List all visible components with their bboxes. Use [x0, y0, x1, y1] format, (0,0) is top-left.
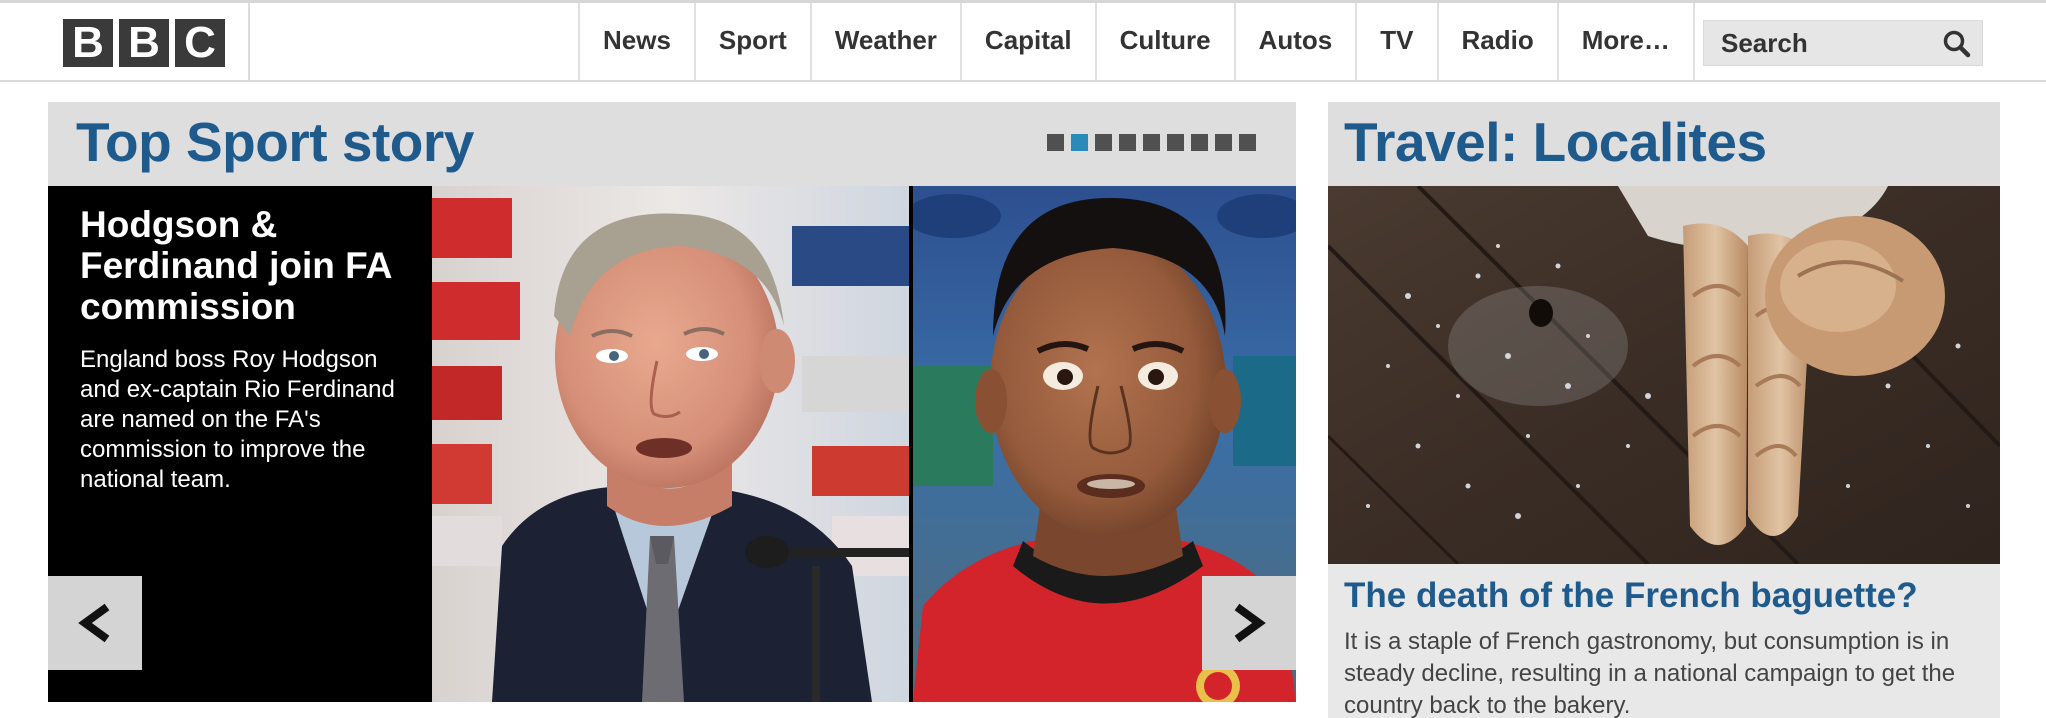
nav-item-news[interactable]: News — [578, 3, 694, 80]
travel-headline[interactable]: The death of the French baguette? — [1344, 576, 1984, 616]
chevron-left-icon — [78, 603, 110, 643]
nav-item-tv[interactable]: TV — [1355, 3, 1436, 80]
logo-letter: B — [119, 19, 169, 67]
carousel-dot[interactable] — [1143, 134, 1160, 151]
sport-panel-header: Top Sport story — [48, 102, 1296, 186]
nav-item-radio[interactable]: Radio — [1436, 3, 1557, 80]
carousel-dot[interactable] — [1119, 134, 1136, 151]
story-summary: England boss Roy Hodgson and ex-captain … — [80, 346, 395, 493]
travel-panel-header: Travel: Localites — [1328, 102, 2000, 186]
nav-item-more[interactable]: More… — [1556, 3, 1695, 80]
carousel-dot[interactable] — [1215, 134, 1232, 151]
carousel-dot[interactable] — [1191, 134, 1208, 151]
nav-item-autos[interactable]: Autos — [1233, 3, 1356, 80]
travel-story-body: The death of the French baguette? It is … — [1328, 564, 2000, 718]
carousel-prev-button[interactable] — [48, 576, 142, 670]
top-navigation-bar: B B C News Sport Weather Capital Culture… — [0, 0, 2046, 82]
sport-section-title[interactable]: Top Sport story — [76, 110, 474, 174]
nav-item-culture[interactable]: Culture — [1094, 3, 1234, 80]
travel-section-title[interactable]: Travel: Localites — [1344, 110, 1767, 174]
nav-item-weather[interactable]: Weather — [809, 3, 960, 80]
story-photo-hodgson[interactable] — [432, 186, 909, 702]
carousel-dot[interactable] — [1095, 134, 1112, 151]
search-icon[interactable] — [1942, 29, 1972, 59]
main-nav: News Sport Weather Capital Culture Autos… — [578, 3, 1695, 80]
carousel-next-button[interactable] — [1202, 576, 1296, 670]
carousel-dot[interactable] — [1071, 134, 1088, 151]
logo-letter: B — [63, 19, 113, 67]
nav-item-sport[interactable]: Sport — [693, 3, 810, 80]
travel-summary: It is a staple of French gastronomy, but… — [1344, 628, 1956, 718]
carousel-dot[interactable] — [1239, 134, 1256, 151]
search-box — [1703, 20, 1983, 66]
carousel-dot[interactable] — [1047, 134, 1064, 151]
logo-letter: C — [175, 19, 225, 67]
travel-photo-baguettes[interactable] — [1328, 186, 2000, 564]
logo-area: B B C — [0, 3, 250, 80]
carousel-indicators — [1047, 134, 1256, 151]
story-headline[interactable]: Hodgson & Ferdinand join FA commission — [80, 204, 412, 327]
chevron-right-icon — [1234, 603, 1266, 643]
nav-item-capital[interactable]: Capital — [959, 3, 1095, 80]
carousel-dot[interactable] — [1167, 134, 1184, 151]
search-input[interactable] — [1704, 21, 1934, 65]
bbc-logo[interactable]: B B C — [63, 19, 225, 67]
sport-story-carousel: Hodgson & Ferdinand join FA commission E… — [48, 186, 1296, 702]
